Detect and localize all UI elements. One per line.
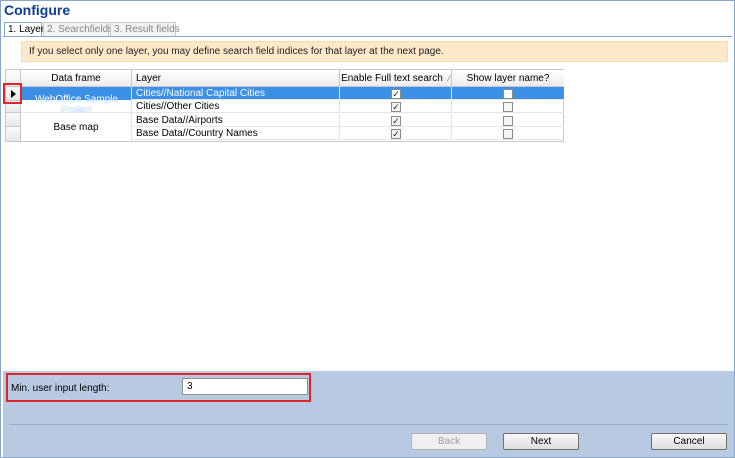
group-cell-webOffice[interactable]: WebOffice Sample Project	[21, 87, 132, 113]
check-icon: ✓	[392, 89, 400, 99]
layer-cell-3[interactable]: Base Data//Airports	[132, 114, 340, 127]
showname-checkbox-2[interactable]	[503, 102, 513, 112]
tab-searchfields[interactable]: 2. Searchfields	[43, 22, 113, 37]
tab-layer[interactable]: 1. Layer	[4, 22, 44, 37]
fulltext-checkbox-3[interactable]: ✓	[391, 116, 401, 126]
group-label-webOffice: WebOffice Sample Project	[34, 94, 118, 113]
row-pointer-highlight	[3, 83, 22, 104]
group-cell-basemap[interactable]: Base map	[21, 113, 132, 142]
column-header-data-frame[interactable]: Data frame	[21, 70, 132, 87]
showname-checkbox-3[interactable]	[503, 116, 513, 126]
panel-separator	[9, 424, 728, 425]
column-header-show-name[interactable]: Show layer name?	[452, 70, 564, 87]
check-icon: ✓	[392, 129, 400, 139]
fulltext-checkbox-2[interactable]: ✓	[391, 102, 401, 112]
check-icon: ✓	[392, 102, 400, 112]
sort-icon: ⁄	[448, 74, 450, 83]
min-input-highlight	[6, 373, 311, 402]
column-header-full-text[interactable]: Enable Full text search ⁄	[340, 70, 452, 87]
tab-divider	[3, 36, 732, 37]
column-header-full-text-label: Enable Full text search	[341, 73, 443, 84]
layer-grid: Data frame Layer Enable Full text search…	[5, 69, 564, 142]
showname-checkbox-1[interactable]	[503, 89, 513, 99]
column-header-layer[interactable]: Layer	[132, 70, 340, 87]
window-title: Configure	[4, 2, 71, 18]
layer-cell-4[interactable]: Base Data//Country Names	[132, 127, 340, 140]
layer-cell-2[interactable]: Cities//Other Cities	[132, 100, 340, 113]
info-notice: If you select only one layer, you may de…	[21, 41, 728, 62]
fulltext-checkbox-1[interactable]: ✓	[391, 89, 401, 99]
configure-window: Configure 1. Layer 2. Searchfields 3. Re…	[0, 0, 735, 458]
layer-cell-1[interactable]: Cities//National Capital Cities	[132, 87, 340, 100]
back-button[interactable]: Back	[411, 433, 487, 450]
row-header-3[interactable]	[6, 113, 21, 127]
showname-checkbox-4[interactable]	[503, 129, 513, 139]
tab-result-fields[interactable]: 3. Result fields	[110, 22, 180, 37]
cancel-button[interactable]: Cancel	[651, 433, 727, 450]
next-button[interactable]: Next	[503, 433, 579, 450]
check-icon: ✓	[392, 116, 400, 126]
row-header-4[interactable]	[6, 127, 21, 142]
fulltext-checkbox-4[interactable]: ✓	[391, 129, 401, 139]
